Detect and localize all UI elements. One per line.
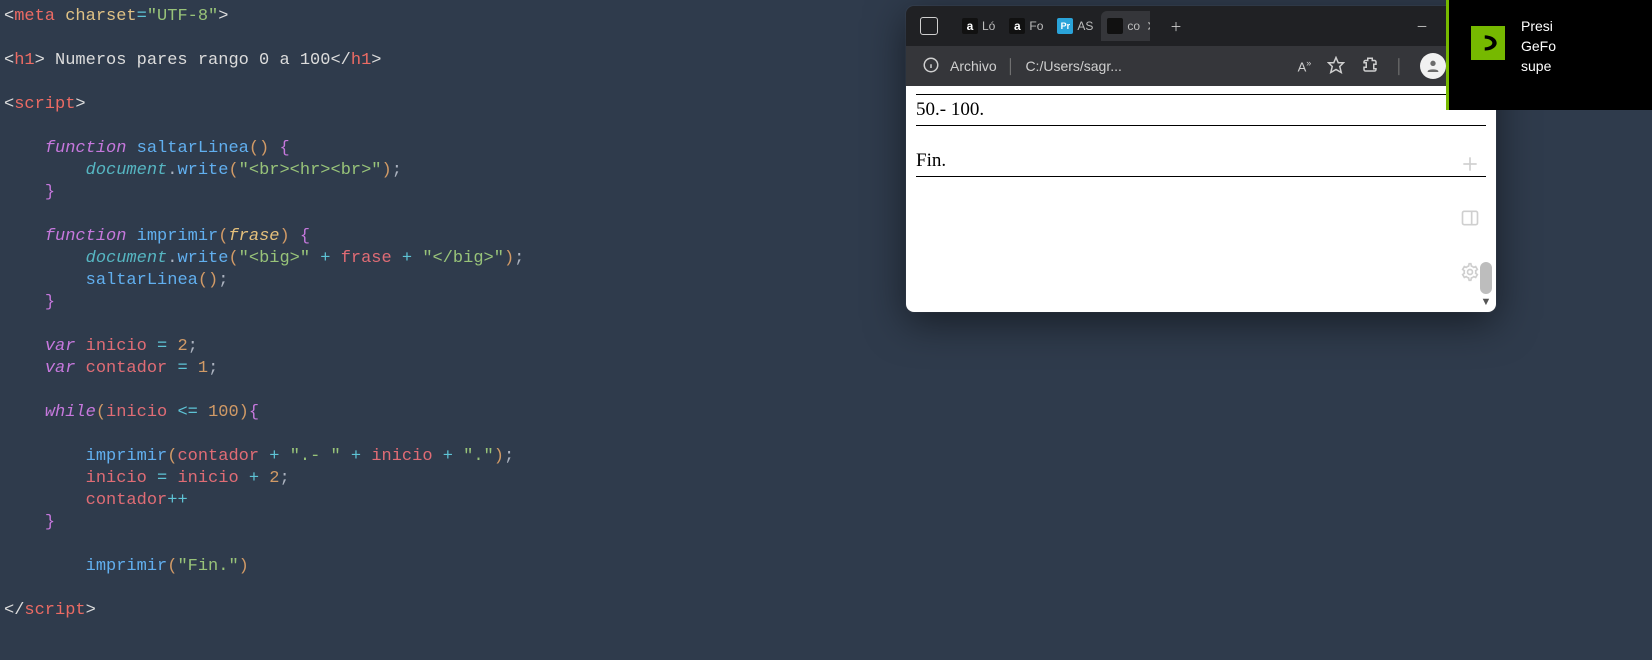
tab-row: aLóaFoPrASco✕m <box>956 11 1150 41</box>
str-brhrbr: "<br><hr><br>" <box>239 161 382 180</box>
kw-var-2: var <box>45 359 76 378</box>
favicon-icon: Pr <box>1057 18 1073 34</box>
num-2: 2 <box>177 337 187 356</box>
browser-tab[interactable]: Pr AS <box>1051 11 1099 41</box>
nvidia-logo-icon <box>1471 26 1505 60</box>
browser-tab[interactable]: a Fo <box>1003 11 1049 41</box>
call-write-1: write <box>177 161 228 180</box>
tab-label: co <box>1127 19 1140 33</box>
minimize-button[interactable]: ─ <box>1400 11 1444 41</box>
addr-path[interactable]: C:/Users/sagr... <box>1025 58 1121 74</box>
var-frase: frase <box>341 249 392 268</box>
addr-scheme-label: Archivo <box>950 58 997 74</box>
call-imprimir-1: imprimir <box>86 447 168 466</box>
addr-separator: │ <box>1007 58 1016 74</box>
close-tab-icon[interactable]: ✕ <box>1146 18 1150 35</box>
op-pp: ++ <box>167 491 187 510</box>
str-dotdash: ".- " <box>290 447 341 466</box>
fn-imprimir: imprimir <box>137 227 219 246</box>
kw-while: while <box>45 403 96 422</box>
address-bar: Archivo │ C:/Users/sagr... A» │ ··· <box>906 46 1496 86</box>
tab-actions-icon[interactable] <box>920 17 938 35</box>
browser-titlebar: aLóaFoPrASco✕m ＋ ─ ▢ <box>906 6 1496 46</box>
browser-tab[interactable]: a Ló <box>956 11 1001 41</box>
favicon-icon: a <box>1009 18 1025 34</box>
sidebar-add-icon[interactable] <box>1456 150 1484 178</box>
tag-h1-close: h1 <box>351 51 371 70</box>
favicon-icon <box>1107 18 1123 34</box>
obj-document-2: document <box>86 249 168 268</box>
call-write-2: write <box>177 249 228 268</box>
num-100: 100 <box>208 403 239 422</box>
sidebar-split-icon[interactable] <box>1456 204 1484 232</box>
call-imprimir-fin: imprimir <box>86 557 168 576</box>
new-tab-button[interactable]: ＋ <box>1154 11 1198 41</box>
page-viewport[interactable]: 50.- 100. Fin. ▲ ▼ <box>906 86 1496 312</box>
tab-label: Ló <box>982 19 995 33</box>
nvidia-notification[interactable]: Presi GeFo supe <box>1446 0 1652 110</box>
h1-text: Numeros pares rango 0 a 100 <box>45 51 331 70</box>
tab-label: Fo <box>1029 19 1043 33</box>
val-utf8: "UTF-8" <box>147 7 218 26</box>
num-1: 1 <box>198 359 208 378</box>
page-output-line-1: 50.- 100. <box>916 99 1486 121</box>
tag-script-open: script <box>14 95 75 114</box>
edge-side-rail <box>1448 116 1492 306</box>
kw-function-2: function <box>45 227 127 246</box>
obj-document-1: document <box>86 161 168 180</box>
str-dot: "." <box>463 447 494 466</box>
browser-window: aLóaFoPrASco✕m ＋ ─ ▢ Archivo │ C:/Users/… <box>906 6 1496 312</box>
param-frase: frase <box>228 227 279 246</box>
str-bigopen: "<big>" <box>239 249 310 268</box>
browser-tab[interactable]: co ✕ <box>1101 11 1150 41</box>
str-fin: "Fin." <box>177 557 238 576</box>
kw-function-1: function <box>45 139 127 158</box>
tag-meta: meta <box>14 7 55 26</box>
page-output-line-2: Fin. <box>916 150 1486 172</box>
kw-var-1: var <box>45 337 76 356</box>
tag-script-close: script <box>24 601 85 620</box>
str-bigclose: "</big>" <box>422 249 504 268</box>
sidebar-settings-icon[interactable] <box>1456 258 1484 286</box>
site-info-icon[interactable] <box>922 56 940 77</box>
favicon-icon: a <box>962 18 978 34</box>
op-lte: <= <box>177 403 197 422</box>
var-inicio-decl: inicio <box>86 337 147 356</box>
profile-avatar[interactable] <box>1420 53 1446 79</box>
call-saltarLinea: saltarLinea <box>86 271 198 290</box>
var-contador-decl: contador <box>86 359 168 378</box>
extensions-icon[interactable] <box>1361 56 1379 77</box>
tag-h1-open: h1 <box>14 51 34 70</box>
tab-label: AS <box>1077 19 1093 33</box>
nvidia-notification-text: Presi GeFo supe <box>1521 16 1556 110</box>
favorites-icon[interactable] <box>1327 56 1345 77</box>
fn-saltarLinea: saltarLinea <box>137 139 249 158</box>
read-aloud-icon[interactable]: A» <box>1298 58 1312 74</box>
attr-charset: charset <box>65 7 136 26</box>
